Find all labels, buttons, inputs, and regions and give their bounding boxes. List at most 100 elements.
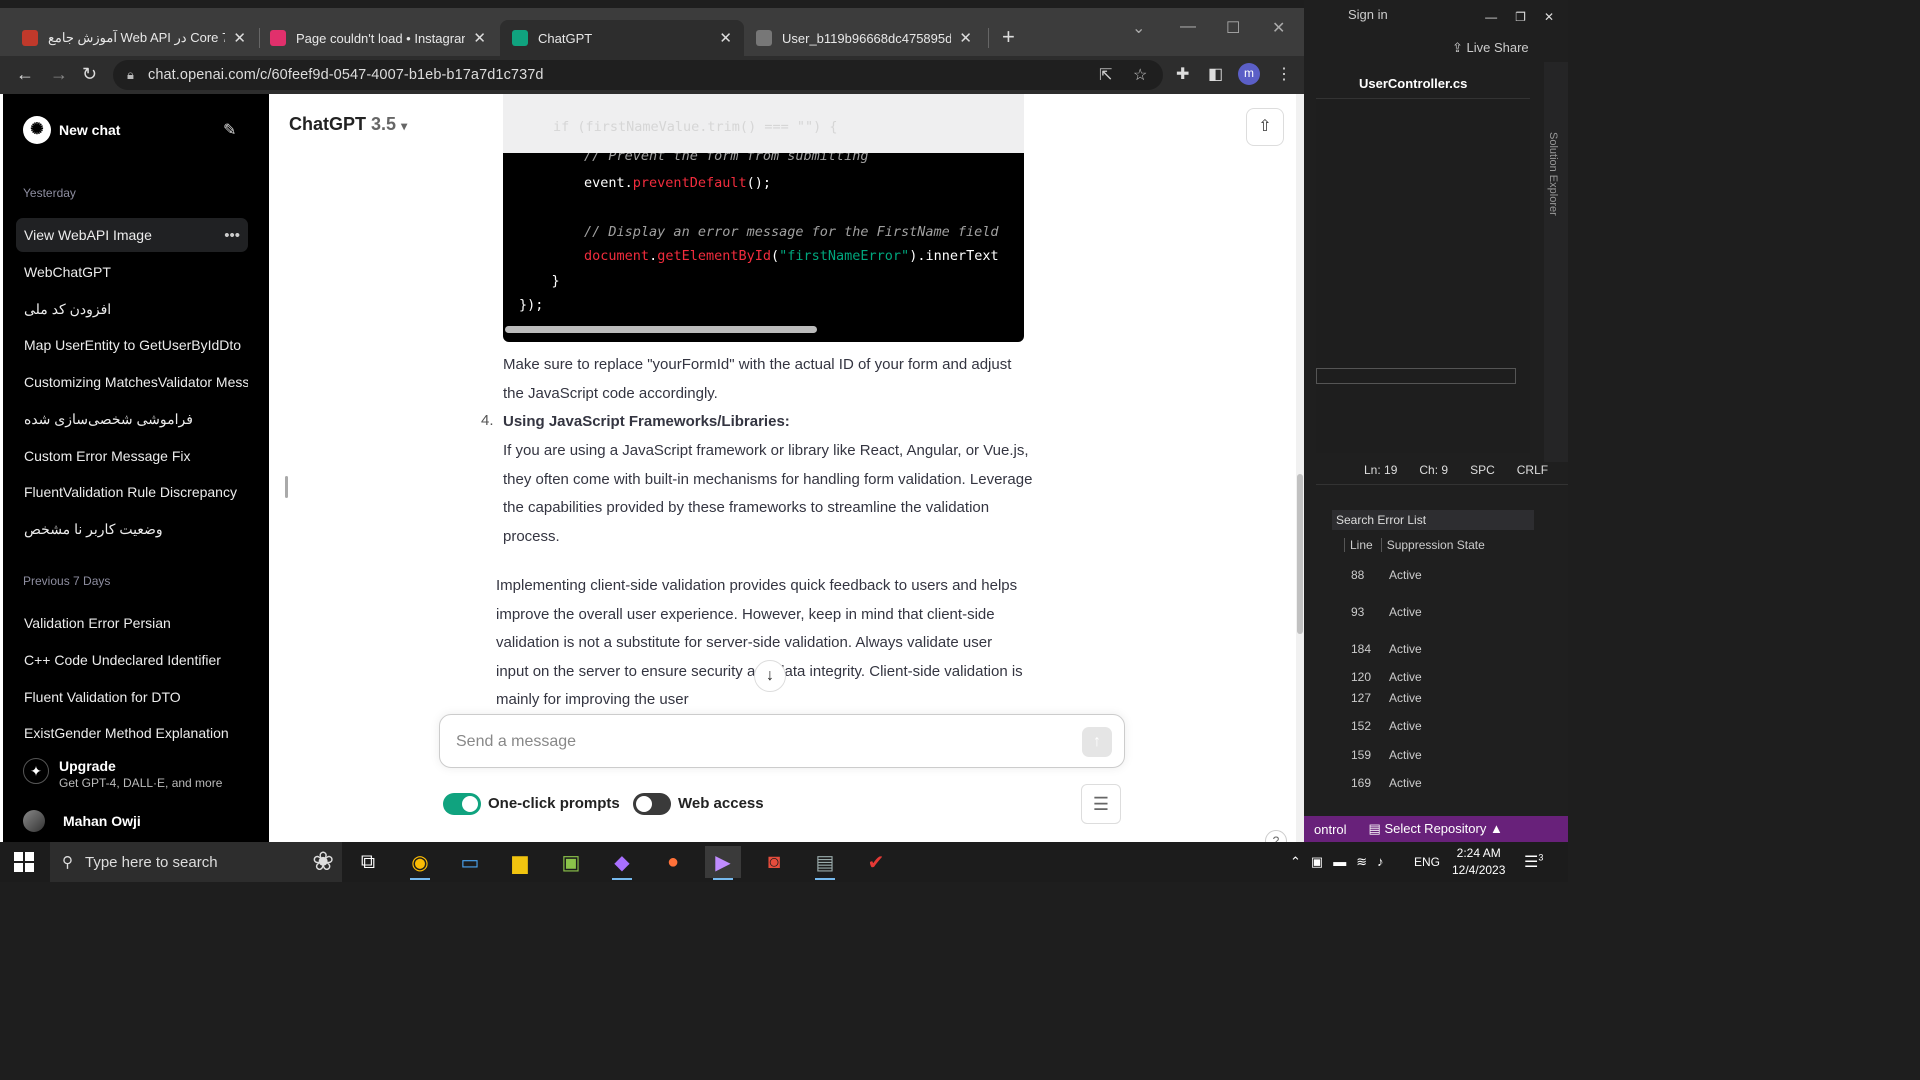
language-indicator[interactable]: ENG — [1414, 855, 1440, 869]
tab-chatgpt[interactable]: ChatGPT ✕ — [500, 20, 744, 56]
model-selector[interactable]: ChatGPT 3.5 ▾ — [289, 114, 407, 135]
restore-icon[interactable]: ❐ — [1515, 10, 1526, 24]
error-list-row[interactable]: 120 Active — [1351, 670, 1422, 684]
upgrade-button[interactable]: ✦ Upgrade Get GPT-4, DALL·E, and more — [23, 758, 222, 790]
vs-spacing[interactable]: SPC — [1470, 463, 1495, 477]
vs-editor[interactable] — [1316, 98, 1530, 453]
file-explorer-icon[interactable]: ▆ — [502, 846, 538, 878]
history-item[interactable]: View WebAPI Image ••• — [16, 218, 248, 252]
page-scrollbar[interactable] — [1296, 94, 1304, 842]
error-list-row[interactable]: 169 Active — [1351, 776, 1422, 790]
taskbar-search[interactable]: ⚲ Type here to search ❀ — [50, 842, 342, 882]
help-button[interactable]: ? — [1265, 830, 1287, 842]
one-click-prompts-toggle[interactable] — [443, 793, 481, 815]
live-share-button[interactable]: ⇪ Live Share — [1452, 40, 1529, 56]
message-composer[interactable]: Send a message ↑ — [439, 714, 1125, 768]
more-options-icon[interactable]: ••• — [224, 227, 240, 244]
tab-close-icon[interactable]: ✕ — [465, 29, 486, 47]
volume-icon[interactable]: ♪ — [1377, 854, 1384, 870]
history-item[interactable]: Customizing MatchesValidator Message — [16, 365, 248, 399]
history-item[interactable]: فراموشی شخصی‌سازی شده — [16, 402, 248, 436]
message-input[interactable]: Send a message — [456, 733, 576, 751]
back-arrow-icon[interactable]: ← — [16, 64, 34, 85]
vs-source-control[interactable]: ontrol — [1314, 822, 1347, 837]
solution-explorer-tab[interactable]: Solution Explorer — [1544, 62, 1568, 462]
share-page-icon[interactable]: ⇱ — [1099, 65, 1112, 85]
user-menu[interactable]: Mahan Owji — [23, 810, 141, 832]
error-list-row[interactable]: 127 Active — [1351, 691, 1422, 705]
close-icon[interactable]: ✕ — [1544, 10, 1554, 24]
taskbar-clock[interactable]: 2:24 AM 12/4/2023 — [1452, 845, 1505, 879]
sidebar-resize-handle[interactable] — [285, 476, 288, 498]
browser-menu-icon[interactable]: ⋮ — [1276, 64, 1292, 84]
vivaldi-icon[interactable]: ✔ — [858, 846, 894, 878]
web-access-toggle[interactable] — [633, 793, 671, 815]
scrollbar-thumb[interactable] — [1297, 474, 1303, 634]
new-chat-button[interactable]: ✺ New chat — [23, 116, 120, 144]
terminal-icon[interactable]: ▤ — [807, 846, 843, 880]
battery-icon[interactable]: ▬ — [1333, 854, 1346, 870]
tab-search-chevron-icon[interactable]: ⌄ — [1132, 18, 1145, 38]
bookmark-star-icon[interactable]: ☆ — [1133, 65, 1147, 85]
code-horizontal-scrollbar[interactable] — [505, 326, 817, 333]
windows-start-icon[interactable] — [14, 852, 34, 872]
history-item[interactable]: Validation Error Persian — [16, 606, 248, 640]
url-text[interactable]: chat.openai.com/c/60feef9d-0547-4007-b1e… — [148, 67, 544, 83]
error-list-row[interactable]: 93 Active — [1351, 605, 1422, 619]
vs-preview-icon[interactable]: ▶ — [705, 846, 741, 880]
vs-line-ending[interactable]: CRLF — [1517, 463, 1548, 477]
minimize-icon[interactable]: — — [1485, 10, 1497, 24]
minimize-icon[interactable]: — — [1180, 18, 1196, 36]
maximize-icon[interactable]: ☐ — [1226, 18, 1240, 38]
error-list-row[interactable]: 152 Active — [1351, 719, 1422, 733]
history-item[interactable]: WebChatGPT — [16, 255, 248, 289]
error-list-row[interactable]: 184 Active — [1351, 642, 1422, 656]
error-list-search[interactable]: Search Error List — [1332, 510, 1534, 530]
screen-recorder-icon[interactable]: ◙ — [756, 846, 792, 878]
app-icon[interactable]: ▣ — [553, 846, 589, 878]
firefox-icon[interactable]: ● — [655, 846, 691, 878]
col-suppression-state[interactable]: Suppression State — [1380, 538, 1485, 552]
site-info-icon[interactable]: 🔒︎ — [127, 67, 134, 83]
tab-instagram[interactable]: Page couldn't load • Instagram ✕ — [258, 20, 498, 56]
vs-tab-usercontroller[interactable]: UserController.cs — [1359, 76, 1467, 91]
history-item[interactable]: Fluent Validation for DTO — [16, 680, 248, 714]
computer-icon[interactable]: ▭ — [452, 846, 488, 878]
history-item[interactable]: FluentValidation Rule Discrepancy — [16, 475, 248, 509]
tab-close-icon[interactable]: ✕ — [951, 29, 972, 47]
profile-avatar[interactable]: m — [1238, 63, 1260, 85]
history-item[interactable]: Map UserEntity to GetUserByIdDto — [16, 328, 248, 362]
address-bar[interactable]: 🔒︎ chat.openai.com/c/60feef9d-0547-4007-… — [113, 60, 1163, 90]
share-chat-button[interactable]: ⇧ — [1246, 108, 1284, 146]
compose-edit-icon[interactable]: ✎ — [223, 120, 236, 140]
visual-studio-icon[interactable]: ◆ — [604, 846, 640, 880]
scroll-down-arrow-icon[interactable]: ↓ — [754, 660, 786, 692]
error-list-row[interactable]: 159 Active — [1351, 748, 1422, 762]
tray-chevron-icon[interactable]: ⌃ — [1290, 854, 1301, 870]
notifications-icon[interactable]: ☰3 — [1524, 852, 1543, 872]
task-view-icon[interactable]: ⧉ — [350, 846, 386, 878]
new-tab-plus-icon[interactable]: + — [1002, 24, 1015, 50]
meet-now-icon[interactable]: ▣ — [1311, 854, 1323, 870]
history-item[interactable]: ExistGender Method Explanation — [16, 716, 248, 750]
vs-input-box[interactable] — [1316, 368, 1516, 384]
history-item[interactable]: C++ Code Undeclared Identifier — [16, 643, 248, 677]
tab-close-icon[interactable]: ✕ — [711, 29, 732, 47]
forward-arrow-icon[interactable]: → — [50, 64, 68, 85]
send-arrow-icon[interactable]: ↑ — [1082, 727, 1112, 757]
tab-close-icon[interactable]: ✕ — [225, 29, 246, 47]
reload-icon[interactable]: ↻ — [82, 64, 97, 85]
select-repository[interactable]: ▤ Select Repository ▲ — [1369, 821, 1503, 837]
error-list-row[interactable]: 88 Active — [1351, 568, 1422, 582]
history-item[interactable]: افزودن کد ملی — [16, 292, 248, 326]
tab-user-image[interactable]: User_b119b96668dc475895d72e ✕ — [744, 20, 984, 56]
close-icon[interactable]: ✕ — [1272, 18, 1285, 38]
side-panel-icon[interactable]: ◧ — [1208, 64, 1223, 84]
col-line[interactable]: Line — [1344, 538, 1373, 552]
wifi-icon[interactable]: ≋ — [1356, 854, 1367, 870]
tab-webapi-course[interactable]: آموزش جامع Web API در Core 7 t ✕ — [10, 20, 258, 56]
extensions-puzzle-icon[interactable]: ✚ — [1176, 64, 1189, 84]
prompt-settings-sliders-icon[interactable]: ☰ — [1081, 784, 1121, 824]
history-item[interactable]: وضعیت کاربر نا مشخص — [16, 512, 248, 546]
history-item[interactable]: Custom Error Message Fix — [16, 439, 248, 473]
